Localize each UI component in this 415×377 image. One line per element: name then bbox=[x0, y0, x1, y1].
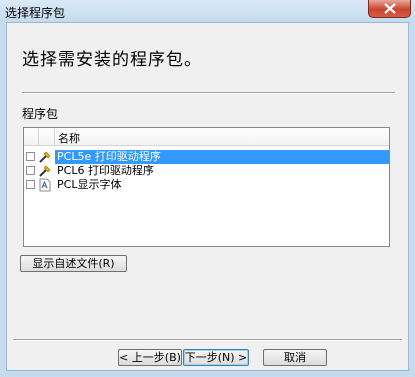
title-bar: 选择程序包 bbox=[0, 0, 415, 22]
header-separator bbox=[22, 92, 395, 94]
page-heading: 选择需安装的程序包。 bbox=[22, 50, 202, 70]
next-button[interactable]: 下一步(N) > bbox=[183, 349, 249, 366]
cancel-button[interactable]: 取消 bbox=[263, 349, 327, 366]
driver-icon bbox=[39, 151, 51, 163]
column-name-header[interactable]: 名称 bbox=[58, 130, 80, 146]
dialog-body: 选择需安装的程序包。 程序包 名称 PCL5e 打印驱动程序 PCL6 打印驱动… bbox=[6, 22, 409, 371]
driver-icon bbox=[39, 165, 51, 177]
close-icon bbox=[384, 3, 396, 14]
back-button[interactable]: < 上一步(B) bbox=[118, 349, 182, 366]
show-readme-button[interactable]: 显示自述文件(R) bbox=[20, 255, 127, 272]
package-checkbox-pcl-fonts[interactable] bbox=[26, 180, 35, 189]
package-label-pcl6: PCL6 打印驱动程序 bbox=[57, 164, 154, 177]
package-label-pcl5e: PCL5e 打印驱动程序 bbox=[55, 150, 163, 164]
close-button[interactable] bbox=[368, 0, 411, 18]
package-checkbox-pcl6[interactable] bbox=[26, 166, 35, 175]
package-list[interactable]: 名称 PCL5e 打印驱动程序 PCL6 打印驱动程序 PCL显示字体 bbox=[23, 127, 390, 247]
column-divider bbox=[54, 128, 55, 145]
window-title: 选择程序包 bbox=[5, 6, 66, 20]
package-label-pcl-fonts: PCL显示字体 bbox=[57, 178, 122, 191]
list-column-header: 名称 bbox=[24, 128, 389, 146]
package-row-pcl-fonts[interactable]: PCL显示字体 bbox=[24, 178, 389, 192]
packages-group-label: 程序包 bbox=[22, 107, 59, 121]
package-row-pcl6[interactable]: PCL6 打印驱动程序 bbox=[24, 164, 389, 178]
column-divider bbox=[38, 128, 39, 145]
footer-separator bbox=[13, 339, 402, 341]
package-row-pcl5e[interactable]: PCL5e 打印驱动程序 bbox=[24, 150, 389, 164]
package-checkbox-pcl5e[interactable] bbox=[26, 152, 35, 161]
font-file-icon bbox=[39, 178, 51, 192]
